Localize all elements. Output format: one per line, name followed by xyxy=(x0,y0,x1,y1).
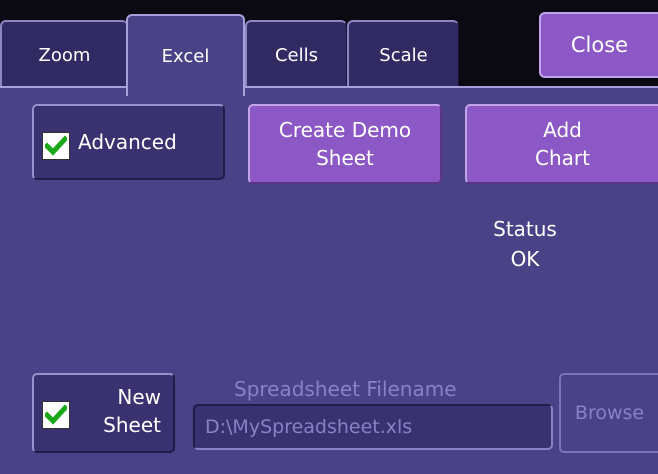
tab-excel[interactable]: Excel xyxy=(126,14,245,96)
create-demo-sheet-button[interactable]: Create Demo Sheet xyxy=(248,104,442,184)
new-sheet-line1: New xyxy=(117,385,161,409)
advanced-checkmark-icon xyxy=(42,132,70,160)
add-chart-button[interactable]: Add Chart xyxy=(465,104,658,184)
new-sheet-checkmark-icon xyxy=(42,401,70,429)
status-label: Status xyxy=(493,217,557,241)
spreadsheet-filename-input[interactable]: D:\MySpreadsheet.xls xyxy=(193,404,553,450)
add-chart-line2: Chart xyxy=(535,146,590,170)
spreadsheet-filename-label: Spreadsheet Filename xyxy=(234,377,457,401)
status-value: OK xyxy=(510,247,540,271)
create-demo-sheet-line2: Sheet xyxy=(316,146,374,170)
advanced-label: Advanced xyxy=(78,130,177,154)
tab-scale[interactable]: Scale xyxy=(347,20,459,88)
excel-settings-panel: Zoom Excel Cells Scale Close Advanced Cr… xyxy=(0,0,658,474)
new-sheet-label: New Sheet xyxy=(103,383,161,439)
tab-cells[interactable]: Cells xyxy=(245,20,347,88)
status-display: Status OK xyxy=(480,214,570,274)
create-demo-sheet-line1: Create Demo xyxy=(278,118,412,142)
new-sheet-checkbox[interactable]: New Sheet xyxy=(32,373,175,453)
add-chart-line1: Add xyxy=(543,118,582,142)
close-button[interactable]: Close xyxy=(539,12,658,78)
browse-button[interactable]: Browse xyxy=(559,373,658,453)
advanced-checkbox[interactable]: Advanced xyxy=(32,104,225,180)
tab-zoom[interactable]: Zoom xyxy=(0,20,128,88)
new-sheet-line2: Sheet xyxy=(103,413,161,437)
